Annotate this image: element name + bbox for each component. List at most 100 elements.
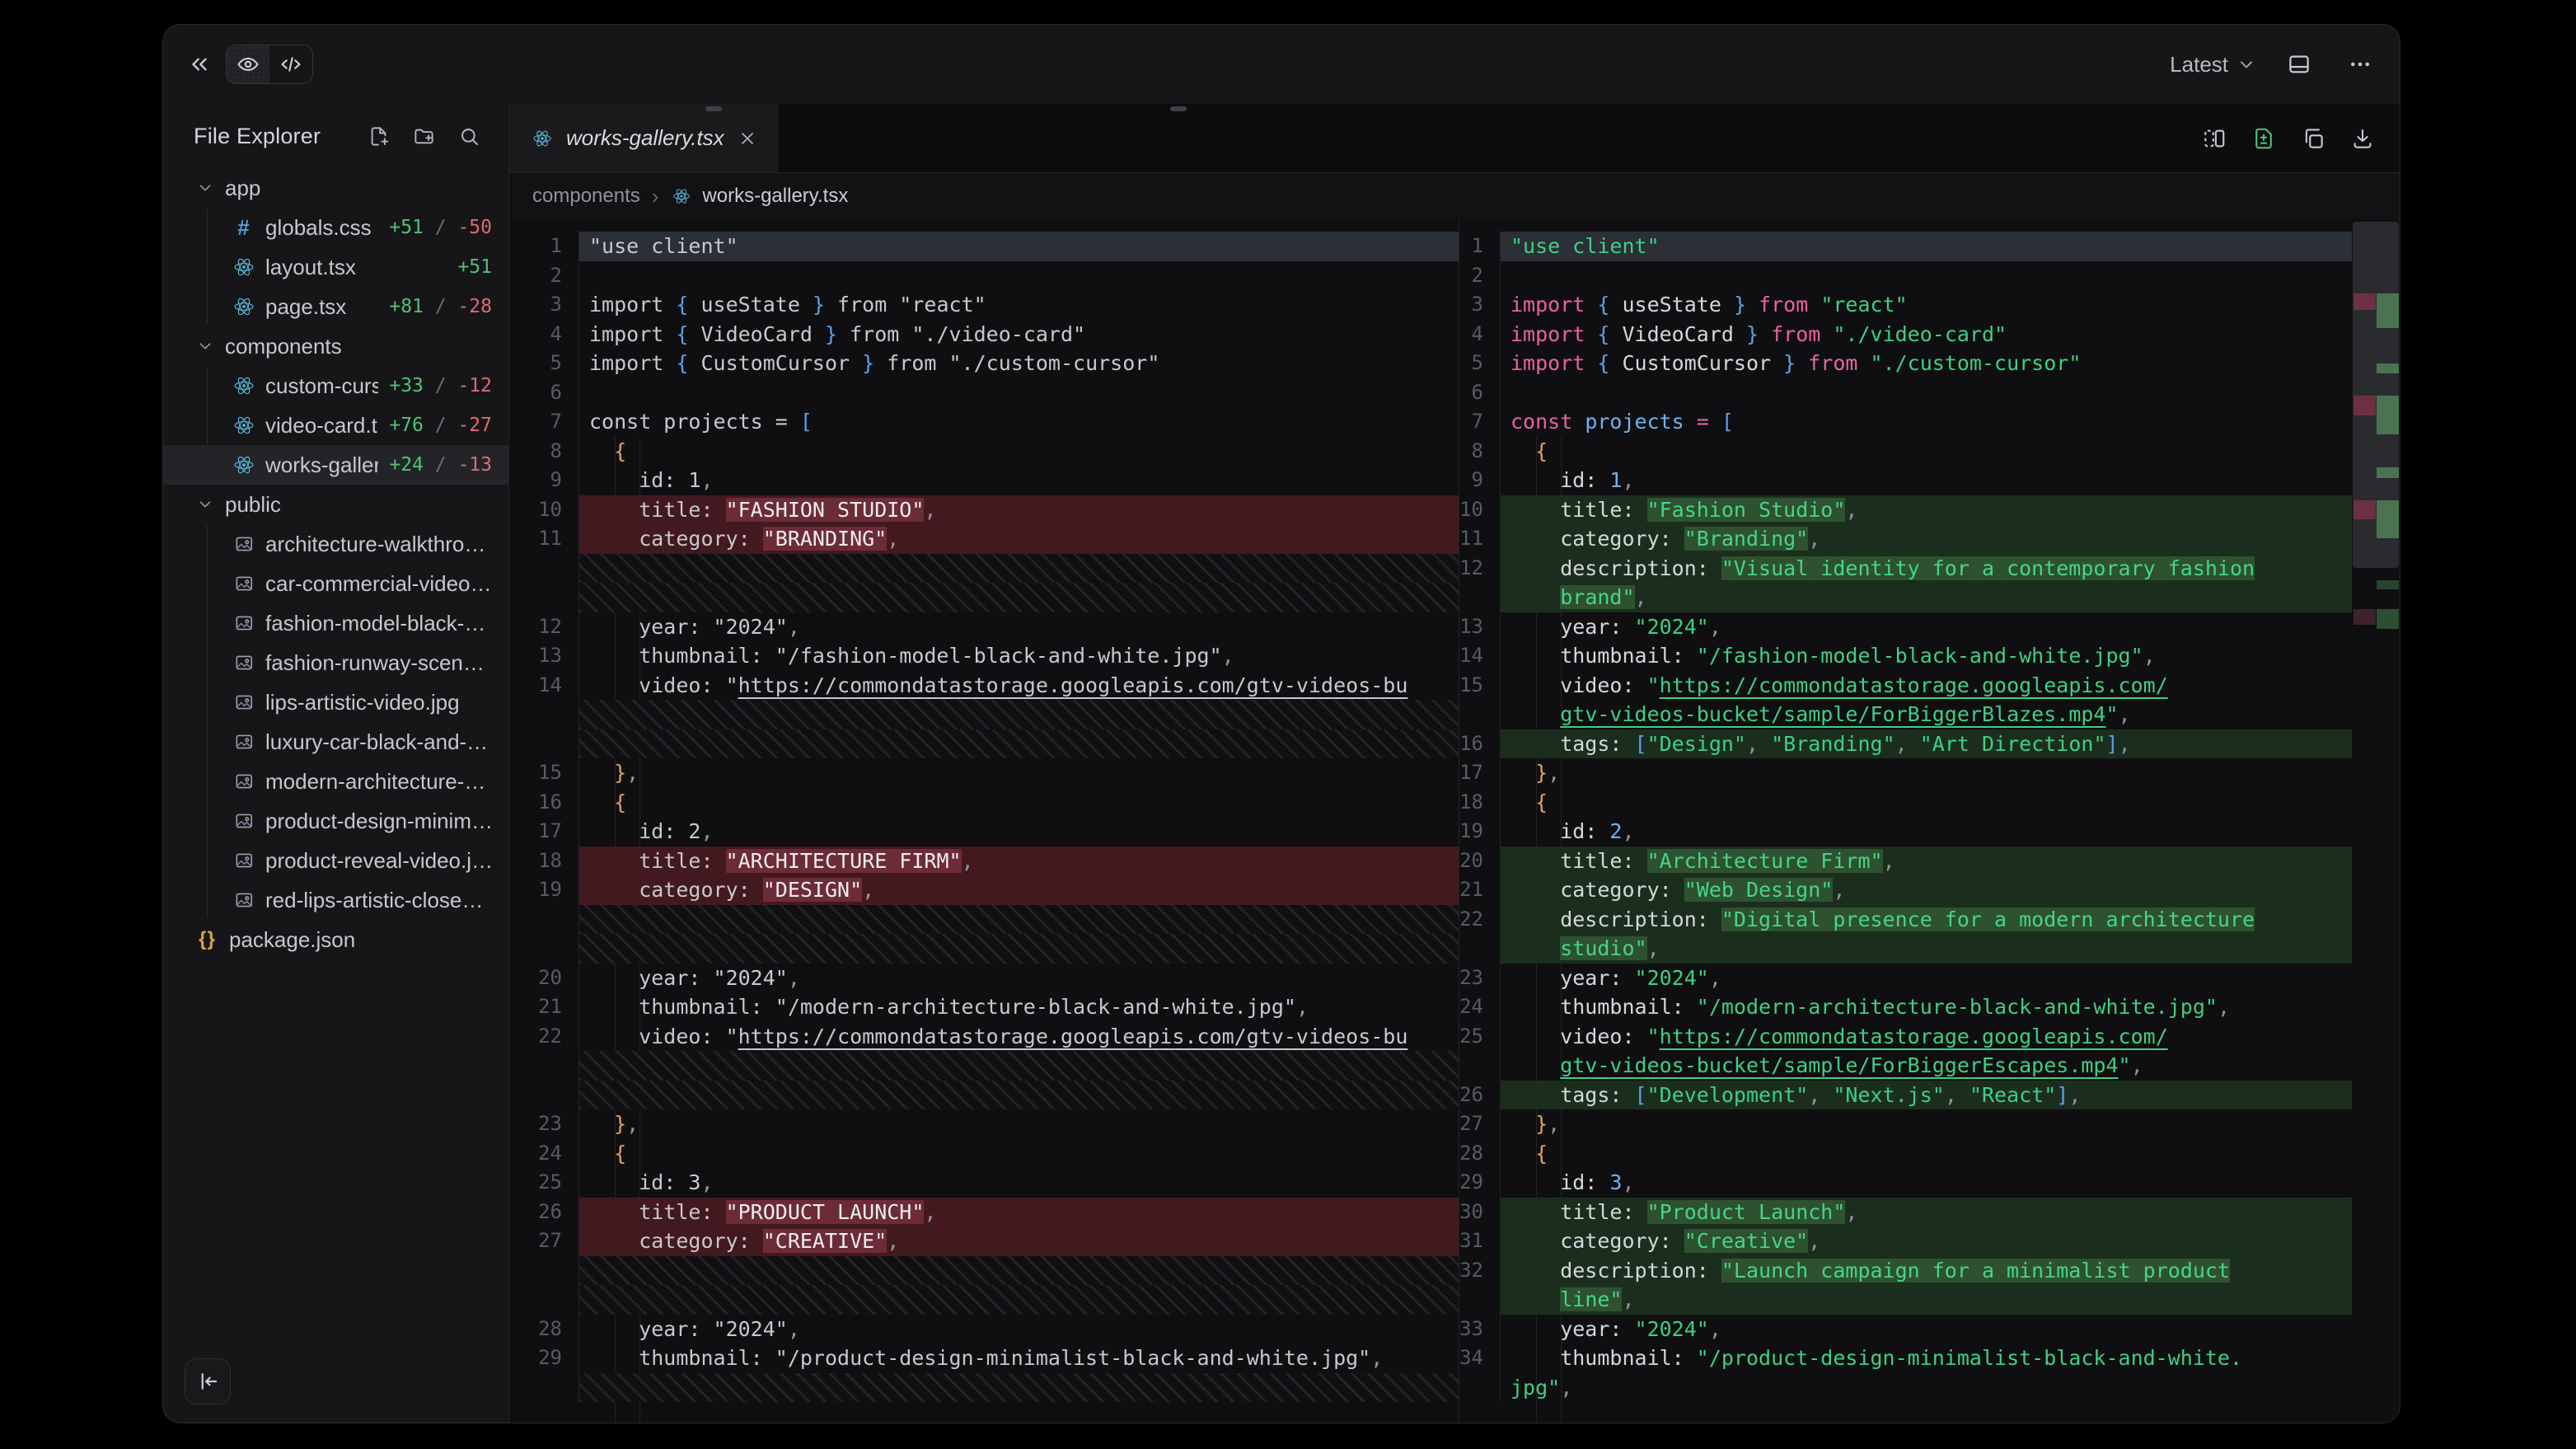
- code-row: 21 thumbnail: "/modern-architecture-blac…: [509, 992, 1459, 1022]
- line-number: 17: [1459, 758, 1501, 788]
- code-row: 18 {: [1459, 788, 2352, 818]
- code-row: 26 tags: ["Development", "Next.js", "Rea…: [1459, 1081, 2352, 1110]
- code-toggle-button[interactable]: [269, 45, 312, 83]
- breadcrumb-folder[interactable]: components: [532, 185, 640, 208]
- file-item-works-galler[interactable]: works-galler…+24 / -13: [163, 445, 508, 485]
- diff-filler-row: [509, 1373, 1459, 1403]
- file-item-fashion-runway-scen[interactable]: fashion-runway-scen…: [163, 643, 508, 682]
- line-number: 17: [509, 817, 579, 846]
- line-number: 24: [509, 1139, 579, 1169]
- app-window: Latest File Explorer: [162, 24, 2400, 1423]
- react-icon: [232, 454, 255, 476]
- folder-item-app[interactable]: app: [163, 168, 508, 208]
- code-row: 13 year: "2024",: [1459, 612, 2352, 642]
- code-row: 7const projects = [: [1459, 407, 2352, 437]
- diff-filler-row: [509, 554, 1459, 584]
- line-number: 15: [509, 758, 579, 788]
- file-item-page.tsx[interactable]: page.tsx+81 / -28: [163, 287, 508, 326]
- tab-works-gallery[interactable]: works-gallery.tsx: [509, 104, 779, 172]
- code-row: 23 },: [509, 1109, 1459, 1139]
- diff-minimap[interactable]: [2352, 219, 2400, 1423]
- minimap-added-mark: [2377, 500, 2399, 538]
- line-number: 4: [509, 320, 579, 349]
- image-file-icon: [232, 612, 255, 635]
- line-number: 16: [1459, 729, 1501, 759]
- more-options-button[interactable]: [2342, 46, 2378, 82]
- line-number: 26: [509, 1198, 579, 1227]
- line-number: 30: [1459, 1198, 1501, 1227]
- file-item-luxury-car-black-and-[interactable]: luxury-car-black-and-…: [163, 722, 508, 762]
- line-number: [1459, 1051, 1501, 1081]
- code-row: 15 video: "https://commondatastorage.goo…: [1459, 671, 2352, 701]
- code-row: 29 id: 3,: [1459, 1168, 2352, 1198]
- line-number: 18: [1459, 788, 1501, 818]
- file-item-globals.css[interactable]: #globals.css+51 / -50: [163, 208, 508, 247]
- copy-button[interactable]: [2299, 124, 2327, 152]
- search-button[interactable]: [458, 125, 480, 148]
- preview-toggle-button[interactable]: [227, 45, 269, 83]
- json-file-icon: {}: [196, 929, 218, 951]
- line-number: 6: [509, 378, 579, 408]
- line-number: 7: [1459, 407, 1501, 437]
- download-button[interactable]: [2349, 124, 2377, 152]
- pane-resize-handle[interactable]: [1170, 106, 1187, 111]
- code-row: 16 tags: ["Design", "Branding", "Art Dir…: [1459, 729, 2352, 759]
- file-item-package.json[interactable]: {}package.json: [163, 920, 508, 959]
- file-item-red-lips-artistic-close[interactable]: red-lips-artistic-close…: [163, 880, 508, 920]
- split-view-button[interactable]: [2200, 124, 2228, 152]
- code-row: 2: [509, 261, 1459, 291]
- code-row: 24 {: [509, 1139, 1459, 1169]
- line-number: 19: [509, 875, 579, 905]
- line-number: 7: [509, 407, 579, 437]
- file-item-product-design-minim[interactable]: product-design-minim…: [163, 801, 508, 841]
- line-number: 25: [509, 1168, 579, 1198]
- diff-filler-row: [509, 700, 1459, 729]
- file-label: modern-architecture-…: [265, 769, 485, 795]
- diff-filler-row: [509, 1285, 1459, 1315]
- minimap-added-mark: [2377, 293, 2399, 328]
- breadcrumb-file[interactable]: works-gallery.tsx: [702, 185, 848, 208]
- line-number: 21: [1459, 875, 1501, 905]
- file-item-architecture-walkthro[interactable]: architecture-walkthro…: [163, 524, 508, 564]
- code-row: gtv-videos-bucket/sample/ForBiggerEscape…: [1459, 1051, 2352, 1081]
- line-number: [1459, 934, 1501, 964]
- file-label: fashion-model-black-…: [265, 611, 485, 636]
- pane-resize-handle[interactable]: [705, 106, 722, 111]
- file-item-modern-architecture-[interactable]: modern-architecture-…: [163, 762, 508, 801]
- line-number: [509, 1051, 579, 1081]
- version-dropdown[interactable]: Latest: [2170, 52, 2256, 77]
- layout-panel-button[interactable]: [2281, 46, 2317, 82]
- code-row: studio",: [1459, 934, 2352, 964]
- line-number: 11: [509, 524, 579, 554]
- file-label: car-commercial-video…: [265, 571, 492, 597]
- line-number: [1459, 1285, 1501, 1315]
- diff-view-button[interactable]: [2250, 124, 2278, 152]
- file-item-video-card.tsx[interactable]: video-card.tsx+76 / -27: [163, 406, 508, 445]
- new-file-button[interactable]: [368, 125, 390, 148]
- new-folder-button[interactable]: [413, 125, 435, 148]
- file-item-car-commercial-video[interactable]: car-commercial-video…: [163, 564, 508, 603]
- diff-view: 1"use client"23import { useState } from …: [509, 219, 2400, 1423]
- file-item-product-reveal-video.j[interactable]: product-reveal-video.j…: [163, 841, 508, 880]
- file-item-custom-curs[interactable]: custom-curs…+33 / -12: [163, 366, 508, 406]
- code-row: 12 year: "2024",: [509, 612, 1459, 642]
- collapse-sidebar-button[interactable]: [185, 1358, 231, 1404]
- file-item-lips-artistic-video.jpg[interactable]: lips-artistic-video.jpg: [163, 682, 508, 722]
- file-item-fashion-model-black-[interactable]: fashion-model-black-…: [163, 603, 508, 643]
- folder-item-public[interactable]: public: [163, 485, 508, 524]
- file-item-layout.tsx[interactable]: layout.tsx+51: [163, 247, 508, 287]
- folder-label: components: [225, 334, 342, 359]
- line-number: 29: [509, 1343, 579, 1373]
- collapse-panel-button[interactable]: [181, 46, 218, 82]
- minimap-added-mark: [2377, 580, 2399, 589]
- image-file-icon: [232, 573, 255, 595]
- line-number: 6: [1459, 378, 1501, 408]
- line-number: 9: [1459, 466, 1501, 495]
- line-number: [509, 554, 579, 584]
- close-tab-icon[interactable]: [738, 129, 757, 148]
- code-row: jpg",: [1459, 1373, 2352, 1403]
- folder-item-components[interactable]: components: [163, 326, 508, 366]
- css-file-icon: #: [232, 217, 255, 239]
- code-row: 2: [1459, 261, 2352, 291]
- line-number: 22: [509, 1022, 579, 1052]
